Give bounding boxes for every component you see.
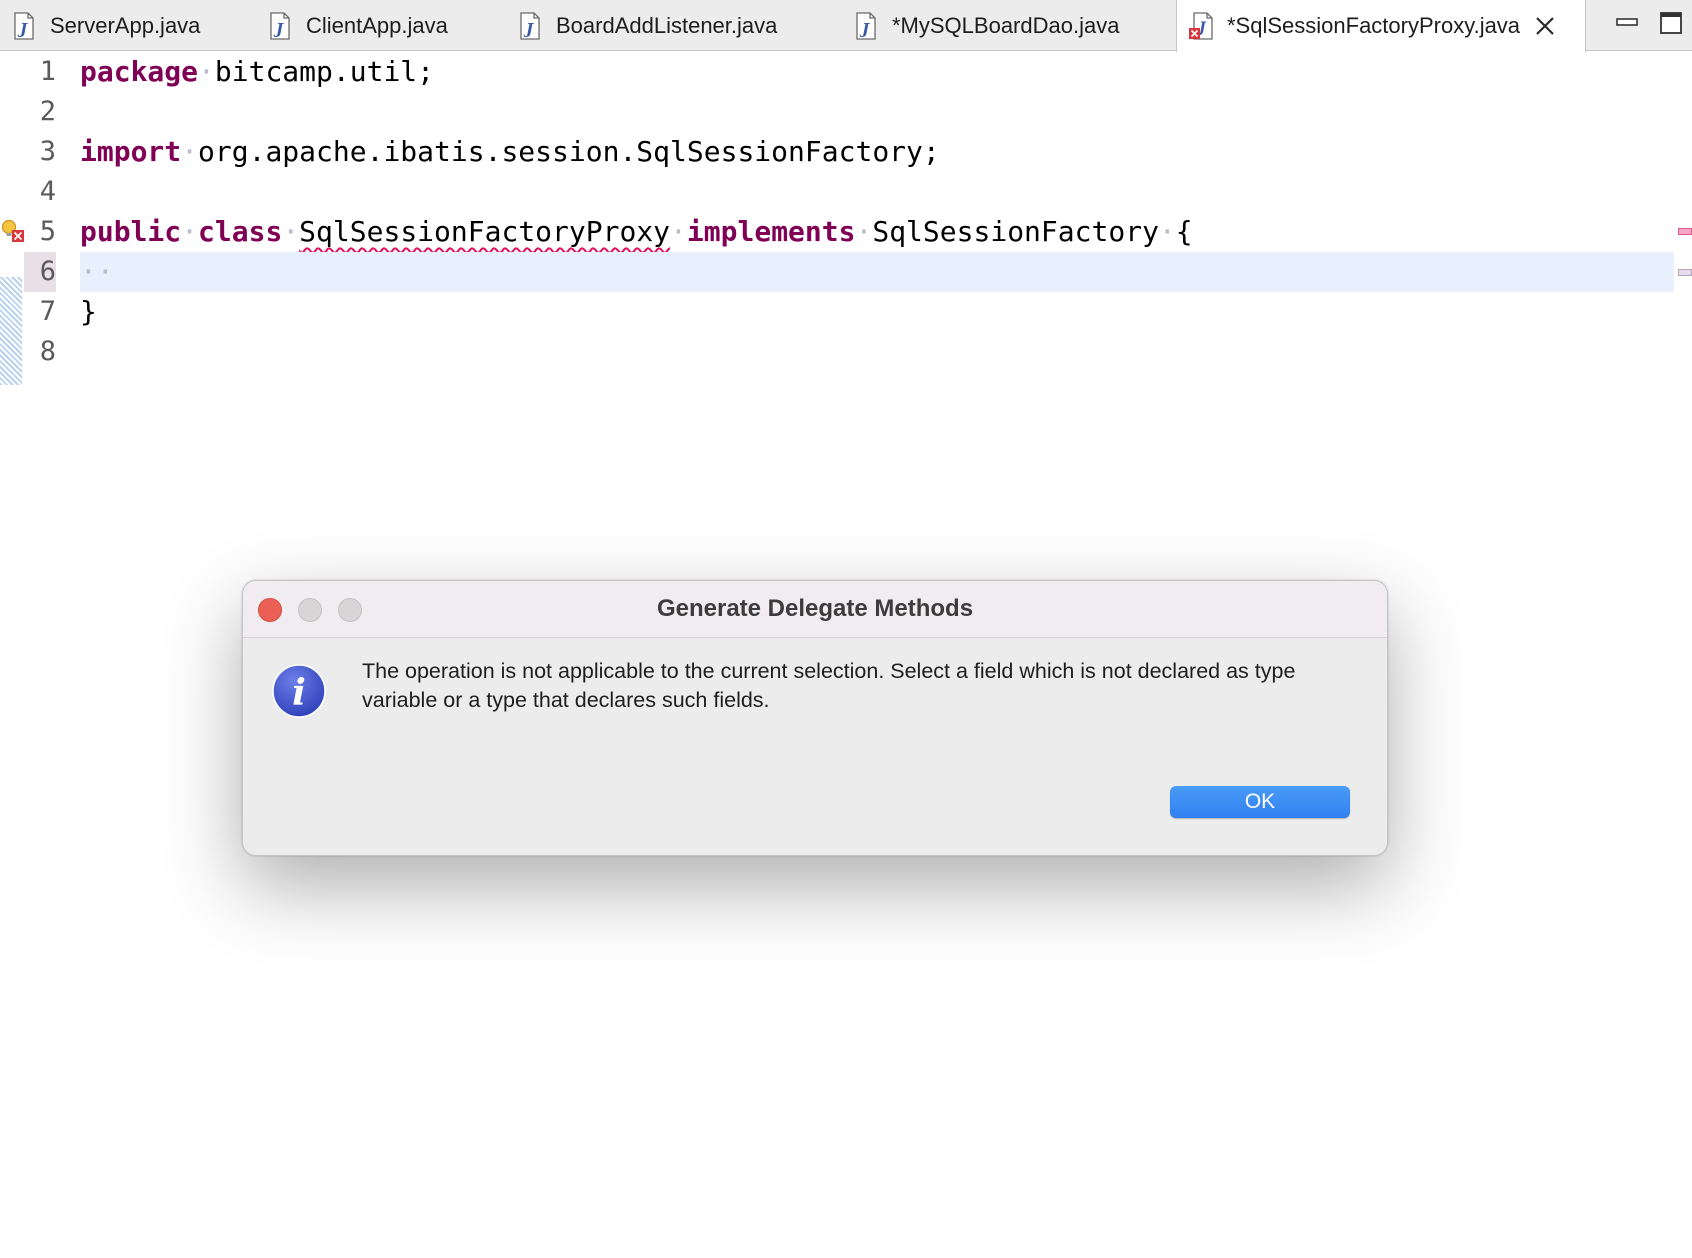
code-text: package·bitcamp.util; <box>80 55 435 88</box>
keyword: class <box>198 215 283 248</box>
code-line: 7 } <box>0 292 1692 332</box>
keyword: package <box>80 55 199 88</box>
dialog-message: The operation is not applicable to the c… <box>362 659 1296 712</box>
code-line-current: 6 ·· <box>0 252 1692 292</box>
overview-marker[interactable] <box>1678 269 1692 276</box>
close-icon[interactable] <box>1534 15 1556 37</box>
tab-label: BoardAddListener.java <box>556 12 778 38</box>
code-token: { <box>1175 215 1193 248</box>
keyword: import <box>80 135 182 168</box>
java-file-icon: J <box>270 11 290 40</box>
zoom-window-button <box>338 598 362 622</box>
code-token: SqlSessionFactory <box>872 215 1159 248</box>
code-line: 3 import·org.apache.ibatis.session.SqlSe… <box>0 132 1692 172</box>
tab-label: *MySQLBoardDao.java <box>892 12 1120 38</box>
editor-tab-bar: J ServerApp.java J ClientApp.java J Boar… <box>0 0 1692 52</box>
ok-button[interactable]: OK <box>1170 786 1350 818</box>
code-token: } <box>80 295 97 328</box>
java-file-error-icon: J <box>1189 12 1213 40</box>
code-editor[interactable]: 1 package·bitcamp.util; 2 3 import·org.a… <box>0 52 1692 392</box>
code-line: 5 public·class·SqlSessionFactoryProxy·im… <box>0 212 1692 252</box>
line-number: 7 <box>39 296 56 327</box>
generate-delegate-methods-dialog: Generate Delegate Methods i The operatio… <box>242 580 1388 856</box>
minimize-window-button <box>298 598 322 622</box>
overview-error-marker[interactable] <box>1678 228 1692 235</box>
code-line: 2 <box>0 92 1692 132</box>
line-number: 4 <box>39 176 56 207</box>
dialog-title: Generate Delegate Methods <box>243 581 1387 638</box>
code-text: } <box>80 292 97 332</box>
java-file-icon: J <box>14 11 34 40</box>
whitespace-marker: ·· <box>80 255 114 288</box>
tab-sqlsessionfactoryproxy[interactable]: J *SqlSessionFactoryProxy.java <box>1176 0 1586 52</box>
tab-clientapp[interactable]: J ClientApp.java <box>256 0 448 51</box>
keyword: implements <box>686 215 856 248</box>
quick-fix-error-icon[interactable] <box>0 218 26 246</box>
line-number: 1 <box>39 56 56 87</box>
class-name-error[interactable]: SqlSessionFactoryProxy <box>299 215 670 248</box>
line-number: 5 <box>39 216 56 247</box>
tab-mysqlboarddao[interactable]: J *MySQLBoardDao.java <box>842 0 1119 51</box>
maximize-icon[interactable] <box>1660 12 1682 34</box>
code-text: public·class·SqlSessionFactoryProxy·impl… <box>80 215 1193 248</box>
tab-serverapp[interactable]: J ServerApp.java <box>0 0 200 51</box>
code-text: import·org.apache.ibatis.session.SqlSess… <box>80 135 940 168</box>
svg-text:i: i <box>292 672 306 714</box>
tab-boardaddlistener[interactable]: J BoardAddListener.java <box>506 0 777 51</box>
code-line: 4 <box>0 172 1692 212</box>
info-icon: i <box>272 664 326 718</box>
tab-label: ServerApp.java <box>50 12 201 38</box>
line-number: 8 <box>39 336 56 367</box>
close-window-button[interactable] <box>258 598 282 622</box>
minimize-icon[interactable] <box>1616 12 1638 34</box>
code-line: 8 <box>0 332 1692 372</box>
line-number: 2 <box>39 96 56 127</box>
java-file-icon: J <box>520 11 540 40</box>
java-file-icon: J <box>856 11 876 40</box>
keyword: public <box>80 215 182 248</box>
code-text: ·· <box>80 252 114 292</box>
code-token: org.apache.ibatis.session.SqlSessionFact… <box>198 135 940 168</box>
code-line: 1 package·bitcamp.util; <box>0 52 1692 92</box>
current-line-highlight <box>80 252 1674 292</box>
code-token: bitcamp.util; <box>214 55 435 88</box>
tab-label: *SqlSessionFactoryProxy.java <box>1227 13 1521 38</box>
line-number: 6 <box>39 256 56 287</box>
line-number: 3 <box>39 136 56 167</box>
tab-label: ClientApp.java <box>306 12 448 38</box>
